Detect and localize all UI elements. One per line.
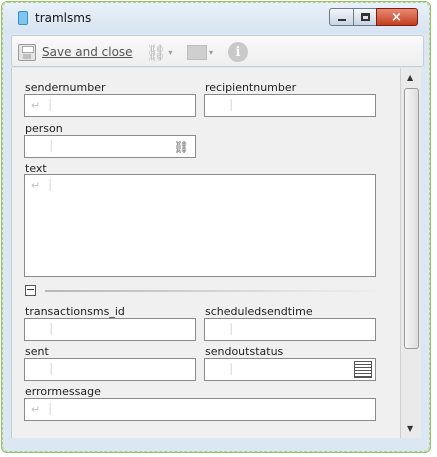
minimize-button[interactable] xyxy=(329,8,354,26)
errormessage-field[interactable]: ↵ ⏐ xyxy=(24,398,376,421)
scroll-up-arrow-icon[interactable]: ▲ xyxy=(407,73,413,82)
text-area[interactable]: ↵ ⏐ xyxy=(24,174,376,277)
enter-icon: ↵ xyxy=(31,179,41,192)
enter-icon: ↵ xyxy=(31,99,41,112)
save-and-close-label: Save and close xyxy=(42,45,133,59)
app-window: tramlsms × Save and close ⛓ ▾ ▾ i sender… xyxy=(1,1,431,453)
vertical-scrollbar[interactable]: ▲ ▼ xyxy=(400,68,421,438)
cursor-icon: ⏐ xyxy=(47,403,54,416)
transactionsms-id-field[interactable]: ⏐ xyxy=(24,318,196,341)
chevron-down-icon: ▾ xyxy=(209,47,214,57)
cursor-icon: ⏐ xyxy=(228,323,235,336)
cursor-icon: ⏐ xyxy=(48,140,55,153)
section-divider xyxy=(45,290,385,292)
cursor-icon: ⏐ xyxy=(47,179,54,192)
outlook-menu-button[interactable]: ▾ xyxy=(187,42,213,62)
list-icon[interactable] xyxy=(354,361,372,378)
link-menu-button[interactable]: ⛓ ▾ xyxy=(146,42,172,62)
recipientnumber-label: recipientnumber xyxy=(205,81,297,94)
sent-label: sent xyxy=(25,345,49,358)
outlook-icon xyxy=(187,44,207,60)
maximize-icon xyxy=(361,13,370,21)
maximize-button[interactable] xyxy=(353,8,377,26)
chevron-down-icon: ▾ xyxy=(168,47,173,57)
minimize-icon xyxy=(338,19,346,21)
enter-icon: ↵ xyxy=(31,403,41,416)
sendernumber-label: sendernumber xyxy=(25,81,106,94)
cursor-icon: ⏐ xyxy=(48,363,55,376)
window-title: tramlsms xyxy=(35,11,92,25)
person-label: person xyxy=(25,122,63,135)
close-icon: × xyxy=(391,10,402,25)
scheduledsendtime-field[interactable]: ⏐ xyxy=(204,318,376,341)
form-panel: sendernumber ↵ ⏐ recipientnumber ⏐ perso… xyxy=(11,68,400,438)
scheduledsendtime-label: scheduledsendtime xyxy=(205,305,313,318)
toolbar: Save and close ⛓ ▾ ▾ i xyxy=(11,35,424,67)
collapse-section-button[interactable]: − xyxy=(25,284,36,296)
sendoutstatus-label: sendoutstatus xyxy=(205,345,284,358)
cursor-icon: ⏐ xyxy=(47,99,54,112)
link-icon[interactable]: ⛓ xyxy=(174,140,189,154)
save-and-close-button[interactable]: Save and close xyxy=(18,42,133,62)
sendoutstatus-field[interactable]: ⏐ xyxy=(204,358,376,381)
info-button[interactable]: i xyxy=(228,42,248,62)
sendernumber-field[interactable]: ↵ ⏐ xyxy=(24,94,196,117)
cursor-icon: ⏐ xyxy=(228,363,235,376)
scrollbar-thumb[interactable] xyxy=(404,88,419,349)
person-field[interactable]: ⏐ ⛓ xyxy=(24,135,196,158)
link-icon: ⛓ xyxy=(146,42,167,62)
errormessage-label: errormessage xyxy=(25,385,101,398)
close-button[interactable]: × xyxy=(376,8,418,26)
app-icon xyxy=(18,11,28,25)
sent-field[interactable]: ⏐ xyxy=(24,358,196,381)
cursor-icon: ⏐ xyxy=(228,99,235,112)
transactionsms-id-label: transactionsms_id xyxy=(25,305,125,318)
scroll-down-arrow-icon[interactable]: ▼ xyxy=(407,424,413,433)
recipientnumber-field[interactable]: ⏐ xyxy=(204,94,376,117)
title-bar[interactable]: tramlsms × xyxy=(2,2,430,33)
cursor-icon: ⏐ xyxy=(48,323,55,336)
save-icon xyxy=(18,43,36,61)
